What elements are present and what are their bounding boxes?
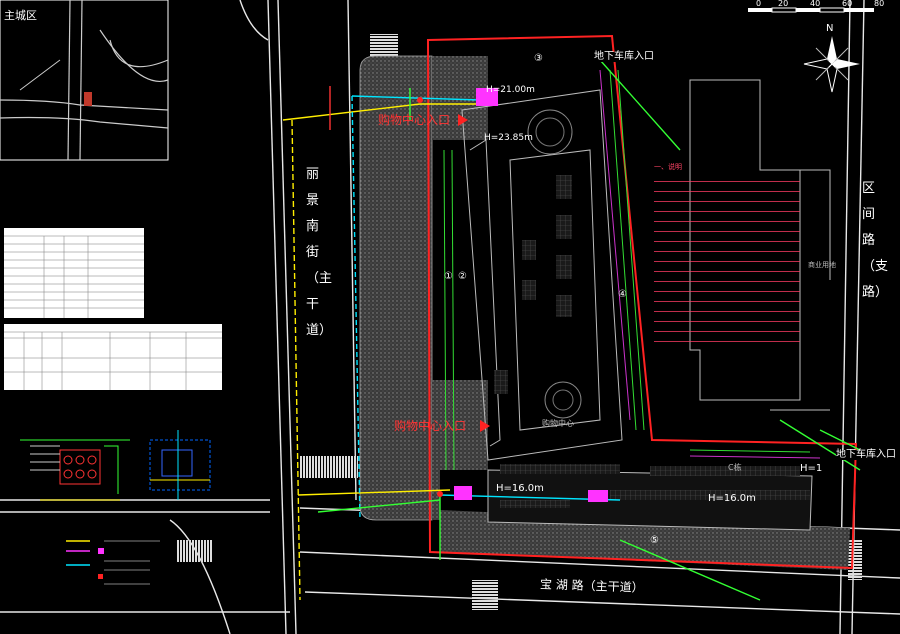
crosswalk — [176, 540, 212, 562]
elevation-south-b: H=16.0m — [708, 493, 756, 504]
scale-bar — [748, 7, 874, 13]
garage-entry-north: 地下车库入口 — [594, 51, 654, 62]
scale-tick: 80 — [874, 0, 885, 8]
district-label: 主城区 — [4, 9, 37, 22]
road-label-south: 宝 湖 路（主干道） — [539, 577, 644, 595]
elevation-north-b: H=23.85m — [484, 133, 533, 143]
design-notes-block — [654, 176, 800, 350]
scale-tick: 40 — [810, 0, 821, 8]
indicator-table — [4, 228, 144, 318]
axis-mark: ② — [458, 271, 467, 282]
road-label-east: 区间路（支路） — [862, 181, 889, 300]
crosswalk — [472, 580, 498, 610]
axis-mark: ④ — [618, 289, 627, 300]
elevation-east: H=1 — [800, 463, 823, 474]
axis-mark: ① — [444, 271, 453, 282]
crosswalk — [300, 456, 358, 478]
scale-tick: 20 — [778, 0, 789, 8]
neighbor-label: 商业用地 — [808, 261, 836, 269]
north-arrow-icon — [803, 36, 860, 93]
location-inset — [0, 0, 169, 161]
roof-grids — [494, 175, 572, 394]
pipe-table — [4, 324, 222, 390]
garage-entry-south: 地下车库入口 — [836, 449, 896, 460]
mall-entry-south: 购物中心入口 — [394, 419, 467, 433]
elevation-north-a: H=21.00m — [486, 85, 535, 95]
crosswalk — [370, 34, 398, 56]
crosswalk — [848, 540, 862, 580]
axis-mark: ⑤ — [650, 535, 659, 546]
building-label: 购物中心 — [542, 419, 574, 428]
axis-mark: ③ — [534, 53, 543, 64]
elevation-south-a: H=16.0m — [496, 483, 544, 494]
road-label-west: 丽景南街（主干道） — [306, 167, 333, 338]
cad-site-plan: 主城区 丽景南街（主干道） 区间路（支路） 宝 湖 路（主干道） 购物中心入口 … — [0, 0, 900, 634]
compass-letter: N — [826, 23, 834, 34]
legend-lines — [66, 540, 160, 585]
notes-title: 一、说明 — [654, 163, 682, 171]
scale-tick: 60 — [842, 0, 853, 8]
section-c-label: C栋 — [728, 463, 742, 472]
mall-entry-north: 购物中心入口 — [378, 113, 451, 127]
detail-section-1 — [20, 439, 130, 501]
scale-tick: 0 — [756, 0, 762, 8]
detail-section-2 — [149, 430, 211, 500]
